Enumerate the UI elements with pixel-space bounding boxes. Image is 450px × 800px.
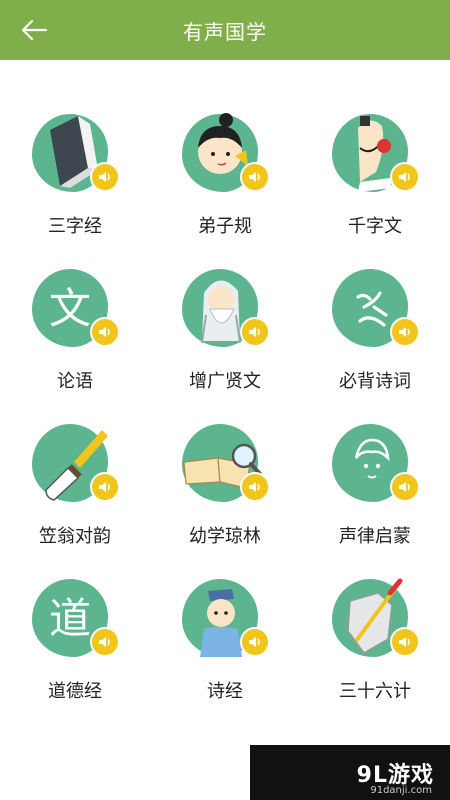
speaker-icon bbox=[90, 162, 120, 192]
site-watermark: 9L游戏 91danji.com bbox=[250, 745, 450, 800]
calligraphy-icon bbox=[356, 291, 388, 327]
svg-text:文: 文 bbox=[49, 284, 91, 333]
speaker-icon bbox=[90, 627, 120, 657]
item-label: 三字经 bbox=[48, 216, 102, 237]
item-label: 笠翁对韵 bbox=[39, 526, 111, 547]
item-label: 声律启蒙 bbox=[339, 526, 411, 547]
speaker-icon bbox=[240, 627, 270, 657]
dao-character-icon: 道 bbox=[49, 594, 91, 643]
old-sage-icon bbox=[201, 280, 241, 344]
item-label: 必背诗词 bbox=[339, 371, 411, 392]
item-lun-yu[interactable]: 文 论语 bbox=[0, 245, 150, 400]
item-label: 增广贤文 bbox=[189, 371, 261, 392]
boy-scholar-icon bbox=[200, 589, 242, 657]
item-san-zi-jing[interactable]: 三字经 bbox=[0, 90, 150, 245]
brush-icon bbox=[45, 430, 108, 501]
watermark-text: 9L游戏 bbox=[356, 762, 434, 788]
svg-text:道: 道 bbox=[49, 594, 91, 643]
item-you-xue-qiong-lin[interactable]: 幼学琼林 bbox=[150, 400, 300, 555]
item-sheng-lv-qi-meng[interactable]: 声律启蒙 bbox=[300, 400, 450, 555]
speaker-icon bbox=[390, 317, 420, 347]
back-button[interactable] bbox=[14, 10, 54, 50]
speaker-icon bbox=[240, 162, 270, 192]
speaker-icon bbox=[90, 472, 120, 502]
speaker-icon bbox=[390, 162, 420, 192]
speaker-icon bbox=[240, 317, 270, 347]
item-li-weng-dui-yun[interactable]: 笠翁对韵 bbox=[0, 400, 150, 555]
item-san-shi-liu-ji[interactable]: 三十六计 bbox=[300, 555, 450, 710]
page-title: 有声国学 bbox=[183, 19, 267, 44]
item-di-zi-gui[interactable]: 弟子规 bbox=[150, 90, 300, 245]
item-label: 诗经 bbox=[207, 681, 243, 702]
app-header: 有声国学 bbox=[0, 0, 450, 60]
book-icon bbox=[50, 116, 98, 188]
item-label: 幼学琼林 bbox=[189, 526, 261, 547]
open-book-magnifier-icon bbox=[183, 443, 262, 489]
item-zeng-guang-xian-wen[interactable]: 增广贤文 bbox=[150, 245, 300, 400]
item-shi-jing[interactable]: 诗经 bbox=[150, 555, 300, 710]
speaker-icon bbox=[90, 317, 120, 347]
item-label: 弟子规 bbox=[198, 216, 252, 237]
speaker-icon bbox=[240, 472, 270, 502]
scholar-writing-icon bbox=[358, 116, 392, 192]
item-label: 千字文 bbox=[348, 216, 402, 237]
item-qian-zi-wen[interactable]: 千字文 bbox=[300, 90, 450, 245]
girl-icon bbox=[354, 438, 390, 479]
child-scholar-icon bbox=[198, 113, 248, 174]
watermark-sub: 91danji.com bbox=[370, 785, 432, 796]
item-bi-bei-shi-ci[interactable]: 必背诗词 bbox=[300, 245, 450, 400]
item-label: 论语 bbox=[57, 371, 93, 392]
sword-shield-icon bbox=[347, 578, 403, 654]
item-dao-de-jing[interactable]: 道 道德经 bbox=[0, 555, 150, 710]
item-label: 三十六计 bbox=[339, 681, 411, 702]
back-arrow-icon bbox=[21, 19, 48, 41]
wen-character-icon: 文 bbox=[49, 284, 91, 333]
content-grid: 三字经 弟子规 千字文 文 论语 增广贤文 必背诗词 笠翁对韵 幼学琼林 声律启… bbox=[0, 90, 450, 710]
item-label: 道德经 bbox=[48, 681, 102, 702]
speaker-icon bbox=[390, 627, 420, 657]
speaker-icon bbox=[390, 472, 420, 502]
